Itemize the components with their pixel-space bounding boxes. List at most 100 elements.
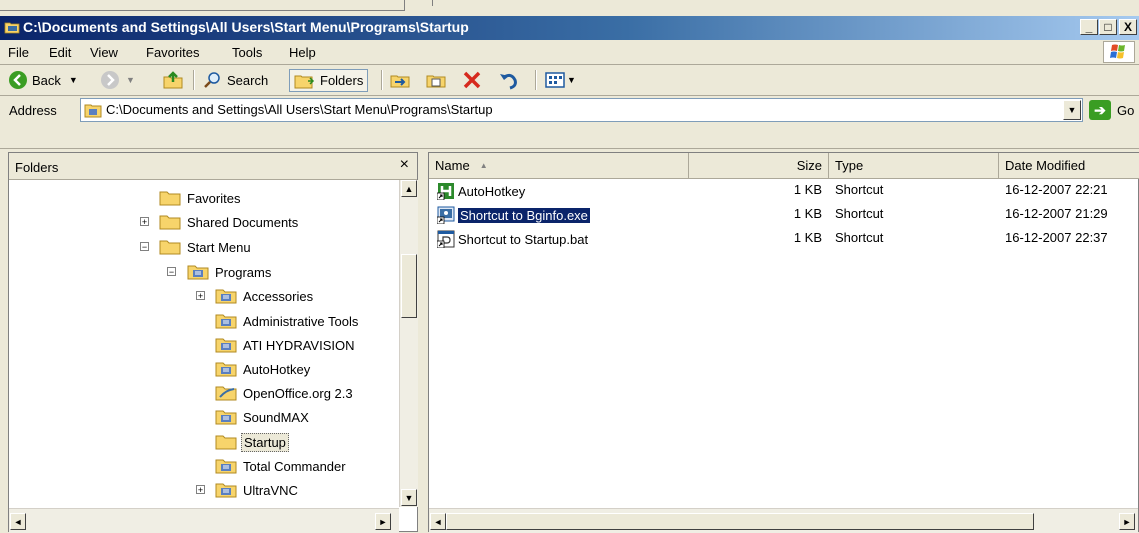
up-folder-icon xyxy=(163,71,183,89)
tree-expander[interactable]: − xyxy=(140,242,149,252)
views-button[interactable]: ▼ xyxy=(545,68,576,92)
title-bar[interactable]: C:\Documents and Settings\All Users\Star… xyxy=(0,16,1139,40)
menu-tools[interactable]: Tools xyxy=(232,45,262,60)
sort-ascending-icon: ▲ xyxy=(479,161,488,170)
background-window-edge xyxy=(0,0,1139,16)
copy-to-button[interactable] xyxy=(425,68,447,92)
windows-logo-icon xyxy=(1103,41,1135,63)
toolbar-separator xyxy=(535,70,537,90)
tree-item[interactable]: Start Menu xyxy=(159,237,253,257)
chevron-down-icon[interactable]: ▼ xyxy=(567,75,576,85)
scroll-right-button[interactable]: ► xyxy=(1119,513,1135,530)
tree-item[interactable]: SoundMAX xyxy=(215,407,311,427)
column-header-type[interactable]: Type xyxy=(829,153,999,178)
menu-view[interactable]: View xyxy=(90,45,118,60)
tree-expander[interactable]: + xyxy=(196,291,205,301)
file-size: 1 KB xyxy=(793,230,822,245)
file-date: 16-12-2007 22:21 xyxy=(1005,182,1108,197)
column-header-size[interactable]: Size xyxy=(689,153,829,178)
programs-folder-icon xyxy=(187,265,209,280)
batch-file-icon xyxy=(437,230,455,248)
go-button[interactable]: ➔ Go xyxy=(1089,100,1134,120)
maximize-button[interactable]: □ xyxy=(1099,19,1117,35)
tree-item[interactable]: ATI HYDRAVISION xyxy=(215,335,356,355)
folders-button[interactable]: Folders xyxy=(289,69,369,92)
close-pane-button[interactable]: × xyxy=(400,156,409,174)
folders-vertical-scrollbar[interactable]: ▲ ▼ xyxy=(399,180,418,507)
folders-pane: Folders × Favorites + Shared Documents − Sta… xyxy=(8,152,418,533)
autohotkey-icon xyxy=(437,183,454,200)
tree-item[interactable]: Accessories xyxy=(215,286,315,306)
chevron-down-icon[interactable]: ▼ xyxy=(69,75,78,85)
programs-folder-icon xyxy=(215,289,237,304)
folder-icon xyxy=(159,191,181,206)
tree-item[interactable]: Favorites xyxy=(159,188,242,208)
column-size-label: Size xyxy=(796,158,822,173)
scroll-thumb[interactable] xyxy=(401,254,417,318)
scroll-left-button[interactable]: ◄ xyxy=(10,513,26,530)
folders-pane-title: Folders xyxy=(15,160,59,175)
column-name-label: Name xyxy=(435,158,470,173)
openoffice-folder-icon xyxy=(215,386,237,401)
programs-folder-icon xyxy=(215,459,237,474)
tree-item-label: Programs xyxy=(215,264,272,280)
menu-help[interactable]: Help xyxy=(289,45,316,60)
scroll-up-button[interactable]: ▲ xyxy=(401,180,417,197)
bginfo-icon xyxy=(437,206,455,224)
tree-expander[interactable]: − xyxy=(167,267,176,277)
file-row[interactable]: Shortcut to Bginfo.exe 1 KB Shortcut 16-… xyxy=(429,203,1139,227)
tree-item[interactable]: AutoHotkey xyxy=(215,359,312,379)
tree-expander[interactable]: + xyxy=(140,217,149,227)
tree-item[interactable]: UltraVNC xyxy=(215,480,300,500)
file-name-cell: Shortcut to Bginfo.exe xyxy=(437,206,590,224)
scroll-left-button[interactable]: ◄ xyxy=(430,513,446,530)
tree-expander[interactable]: + xyxy=(196,485,205,495)
delete-button[interactable] xyxy=(461,68,483,92)
close-button[interactable]: X xyxy=(1119,19,1137,35)
scroll-right-button[interactable]: ► xyxy=(375,513,391,530)
undo-button[interactable] xyxy=(497,68,519,92)
forward-button[interactable]: ▼ xyxy=(100,68,135,92)
folders-horizontal-scrollbar[interactable]: ◄ ► xyxy=(9,508,399,533)
folder-icon xyxy=(215,435,237,450)
file-name: Shortcut to Startup.bat xyxy=(458,231,589,247)
go-arrow-icon: ➔ xyxy=(1089,100,1111,120)
tree-item[interactable]: Programs xyxy=(187,262,273,282)
menu-edit[interactable]: Edit xyxy=(49,45,71,60)
menu-favorites[interactable]: Favorites xyxy=(146,45,199,60)
search-button[interactable]: Search xyxy=(203,68,268,92)
minimize-button[interactable]: _ xyxy=(1080,19,1098,35)
tree-item-label: Start Menu xyxy=(187,239,251,255)
address-value: C:\Documents and Settings\All Users\Star… xyxy=(106,102,493,117)
scroll-down-button[interactable]: ▼ xyxy=(401,489,417,506)
menu-file[interactable]: File xyxy=(8,45,29,60)
file-type: Shortcut xyxy=(835,206,884,221)
file-type: Shortcut xyxy=(835,182,884,197)
move-to-button[interactable] xyxy=(389,68,411,92)
back-label: Back xyxy=(32,72,61,88)
file-size: 1 KB xyxy=(793,182,822,197)
tree-item[interactable]: Total Commander xyxy=(215,456,348,476)
up-folder-button[interactable] xyxy=(162,68,184,92)
column-header-name[interactable]: Name ▲ xyxy=(429,153,689,178)
file-row[interactable]: Shortcut to Startup.bat 1 KB Shortcut 16… xyxy=(429,227,1139,251)
tree-item[interactable]: Startup xyxy=(215,432,289,452)
undo-icon xyxy=(500,73,517,90)
tree-item[interactable]: Shared Documents xyxy=(159,212,300,232)
scroll-thumb[interactable] xyxy=(446,513,1034,530)
file-type: Shortcut xyxy=(835,230,884,245)
file-list-horizontal-scrollbar[interactable]: ◄ ► xyxy=(429,508,1138,533)
tree-item[interactable]: OpenOffice.org 2.3 xyxy=(215,383,355,403)
tree-item[interactable]: Administrative Tools xyxy=(215,311,360,331)
address-input[interactable]: C:\Documents and Settings\All Users\Star… xyxy=(80,98,1083,122)
file-name: AutoHotkey xyxy=(458,183,526,199)
tree-item-partial[interactable] xyxy=(159,504,185,507)
file-row[interactable]: AutoHotkey 1 KB Shortcut 16-12-2007 22:2… xyxy=(429,179,1139,203)
column-header-date-modified[interactable]: Date Modified xyxy=(999,153,1139,178)
back-button[interactable]: Back ▼ xyxy=(8,68,78,92)
folders-icon xyxy=(294,75,315,88)
chevron-down-icon[interactable]: ▼ xyxy=(1063,100,1081,120)
programs-folder-icon xyxy=(215,338,237,353)
chevron-down-icon[interactable]: ▼ xyxy=(126,75,135,85)
folder-tree: Favorites + Shared Documents − Start Menu − Pr… xyxy=(9,180,394,507)
